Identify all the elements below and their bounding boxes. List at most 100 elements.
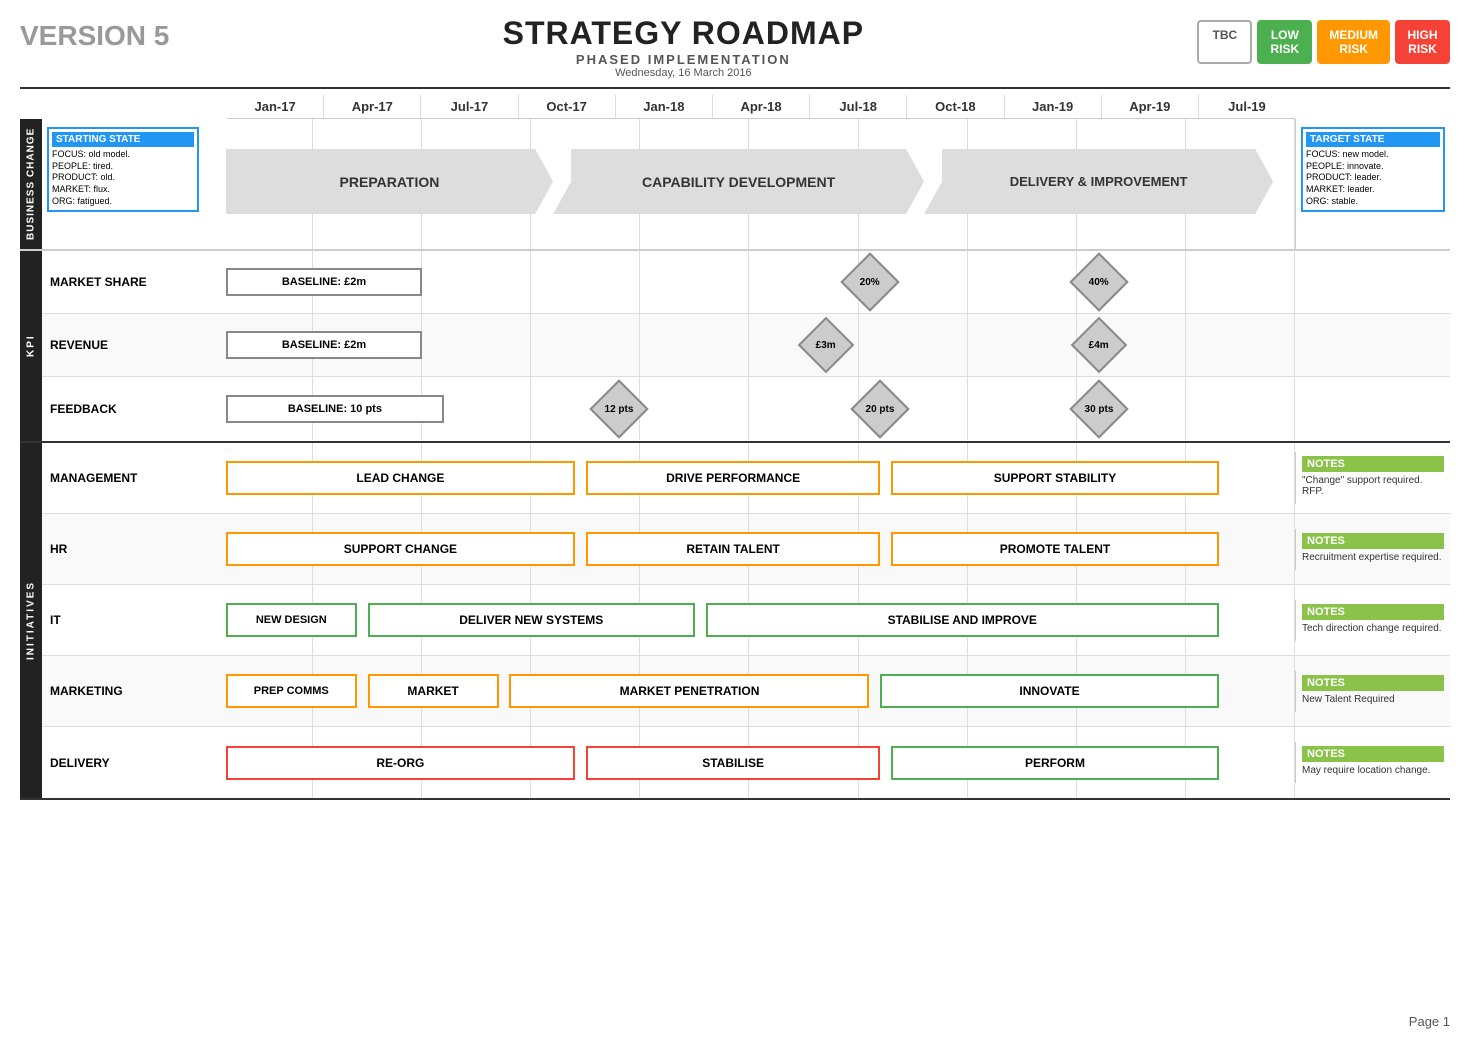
starting-state-box: STARTING STATE FOCUS: old model.PEOPLE: …: [47, 127, 199, 212]
ms-20pct-label: 20%: [859, 276, 879, 287]
timeline-col-apr18: Apr-18: [713, 95, 810, 118]
support-change: SUPPORT CHANGE: [226, 532, 575, 566]
mgmt-notes-cell: NOTES "Change" support required. RFP.: [1295, 452, 1450, 504]
starting-state-title: STARTING STATE: [52, 132, 194, 147]
delivery-label: DELIVERY & IMPROVEMENT: [924, 149, 1273, 214]
biz-change-left: STARTING STATE FOCUS: old model.PEOPLE: …: [42, 119, 204, 249]
biz-change-label: BUSINESS CHANGE: [20, 119, 42, 249]
fb-30pts-label: 30 pts: [1084, 403, 1113, 414]
it-label: IT: [42, 613, 204, 627]
timeline-col-oct18: Oct-18: [907, 95, 1004, 118]
marketing-label: MARKETING: [42, 684, 204, 698]
target-state-box: TARGET STATE FOCUS: new model.PEOPLE: in…: [1301, 127, 1445, 212]
title-block: STRATEGY ROADMAP PHASED IMPLEMENTATION W…: [169, 15, 1197, 79]
preparation-arrow: PREPARATION: [226, 149, 553, 214]
marketing-notes-text: New Talent Required: [1302, 691, 1444, 708]
timeline-col-jan17: Jan-17: [227, 95, 324, 118]
starting-state-text: FOCUS: old model.PEOPLE: tired.PRODUCT: …: [52, 149, 194, 207]
lead-change: LEAD CHANGE: [226, 461, 575, 495]
perform: PERFORM: [891, 746, 1218, 780]
risk-tbc-badge: TBC: [1197, 20, 1252, 64]
delivery-notes-title: NOTES: [1302, 746, 1444, 762]
kpi-section: KPI MARKET SHARE BASELINE: £2m: [20, 251, 1450, 443]
initiatives-label: INITIATIVES: [20, 443, 42, 798]
delivery-label: DELIVERY: [42, 756, 204, 770]
timeline-spacer-left: [20, 95, 227, 119]
biz-change-right: TARGET STATE FOCUS: new model.PEOPLE: in…: [1295, 119, 1450, 249]
timeline-col-jul17: Jul-17: [421, 95, 518, 118]
target-state-title: TARGET STATE: [1306, 132, 1440, 147]
risk-medium-badge: MEDIUMRISK: [1317, 20, 1390, 64]
hr-notes-title: NOTES: [1302, 533, 1444, 549]
capability-label: CAPABILITY DEVELOPMENT: [553, 149, 924, 214]
version-label: VERSION 5: [20, 20, 169, 52]
hr-notes-text: Recruitment expertise required.: [1302, 549, 1444, 566]
it-notes-cell: NOTES Tech direction change required.: [1295, 600, 1450, 641]
support-stability: SUPPORT STABILITY: [891, 461, 1218, 495]
header-divider: [20, 87, 1450, 89]
kpi-market-share-label: MARKET SHARE: [42, 275, 204, 289]
market-penetration: MARKET PENETRATION: [509, 674, 869, 708]
risk-high-badge: HIGHRISK: [1395, 20, 1450, 64]
ms-baseline: BASELINE: £2m: [226, 268, 422, 296]
marketing-notes-cell: NOTES New Talent Required: [1295, 671, 1450, 712]
kpi-market-share-content: BASELINE: £2m 20% 40%: [204, 251, 1295, 313]
initiatives-rows: MANAGEMENT LEAD CHANGE DRIVE PERFORMANCE…: [42, 443, 1450, 798]
timeline-col-jan18: Jan-18: [616, 95, 713, 118]
rev-4m-label: £4m: [1089, 339, 1109, 350]
delivery-notes-text: May require location change.: [1302, 762, 1444, 779]
capability-arrow: CAPABILITY DEVELOPMENT: [553, 149, 924, 214]
kpi-feedback-row: FEEDBACK BASELINE: 10 pts 12 pts: [42, 377, 1450, 440]
timeline-spacer-right: [1295, 95, 1450, 119]
kpi-rows: MARKET SHARE BASELINE: £2m 20%: [42, 251, 1450, 441]
prep-comms: PREP COMMS: [226, 674, 357, 708]
hr-notes-cell: NOTES Recruitment expertise required.: [1295, 529, 1450, 570]
rev-baseline: BASELINE: £2m: [226, 331, 422, 359]
it-content: NEW DESIGN DELIVER NEW SYSTEMS STABILISE…: [204, 585, 1295, 655]
mgmt-row: MANAGEMENT LEAD CHANGE DRIVE PERFORMANCE…: [42, 443, 1450, 514]
delivery-content: RE-ORG STABILISE PERFORM: [204, 727, 1295, 798]
preparation-label: PREPARATION: [226, 149, 553, 214]
fb-20pts-label: 20 pts: [866, 403, 895, 414]
stabilise-and-improve: STABILISE AND IMPROVE: [706, 603, 1219, 637]
timeline-col-apr17: Apr-17: [324, 95, 421, 118]
delivery-notes-cell: NOTES May require location change.: [1295, 742, 1450, 783]
fb-12pts-diamond: 12 pts: [589, 379, 648, 438]
page-container: VERSION 5 STRATEGY ROADMAP PHASED IMPLEM…: [0, 0, 1470, 1044]
delivery-row: DELIVERY RE-ORG STABILISE PERFORM NOTES …: [42, 727, 1450, 798]
rev-3m-label: £3m: [816, 339, 836, 350]
timeline-col-oct17: Oct-17: [519, 95, 616, 118]
innovate: INNOVATE: [880, 674, 1218, 708]
fb-baseline: BASELINE: 10 pts: [226, 395, 444, 423]
mgmt-notes-text: "Change" support required. RFP.: [1302, 472, 1444, 500]
it-notes-text: Tech direction change required.: [1302, 620, 1444, 637]
it-notes-title: NOTES: [1302, 604, 1444, 620]
risk-badges: TBC LOWRISK MEDIUMRISK HIGHRISK: [1197, 20, 1450, 64]
hr-row: HR SUPPORT CHANGE RETAIN TALENT PROMOTE …: [42, 514, 1450, 585]
marketing-content: PREP COMMS MARKET MARKET PENETRATION INN…: [204, 656, 1295, 726]
timeline-col-jul19: Jul-19: [1199, 95, 1295, 118]
mgmt-notes-title: NOTES: [1302, 456, 1444, 472]
it-row: IT NEW DESIGN DELIVER NEW SYSTEMS STABIL…: [42, 585, 1450, 656]
page-number: Page 1: [1409, 1014, 1450, 1029]
re-org: RE-ORG: [226, 746, 575, 780]
business-change-section: BUSINESS CHANGE STARTING STATE FOCUS: ol…: [20, 119, 1450, 251]
marketing-row: MARKETING PREP COMMS MARKET MARKET PENET…: [42, 656, 1450, 727]
timeline-col-jan19: Jan-19: [1005, 95, 1102, 118]
new-design: NEW DESIGN: [226, 603, 357, 637]
main-title: STRATEGY ROADMAP: [169, 15, 1197, 52]
rev-4m-diamond: £4m: [1070, 317, 1127, 374]
marketing-notes-title: NOTES: [1302, 675, 1444, 691]
market: MARKET: [368, 674, 499, 708]
biz-change-center: PREPARATION CAPABILITY DEVELOPMENT DELIV…: [204, 119, 1295, 249]
fb-12pts-label: 12 pts: [604, 403, 633, 414]
ms-40pct-label: 40%: [1089, 276, 1109, 287]
deliver-new-systems: DELIVER NEW SYSTEMS: [368, 603, 695, 637]
mgmt-label: MANAGEMENT: [42, 471, 204, 485]
kpi-revenue-row: REVENUE BASELINE: £2m £3m £4: [42, 314, 1450, 377]
kpi-revenue-label: REVENUE: [42, 338, 204, 352]
initiatives-section: INITIATIVES MANAGEMENT LEAD CHANGE DRIVE…: [20, 443, 1450, 800]
hr-label: HR: [42, 542, 204, 556]
subtitle: PHASED IMPLEMENTATION: [169, 52, 1197, 67]
mgmt-content: LEAD CHANGE DRIVE PERFORMANCE SUPPORT ST…: [204, 443, 1295, 513]
